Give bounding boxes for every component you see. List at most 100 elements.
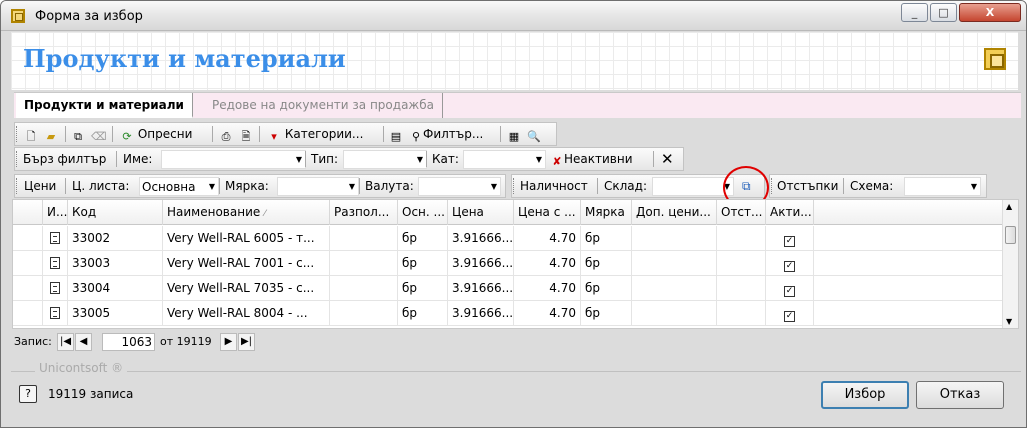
cell-name[interactable]: Very Well-RAL 8004 - ... — [163, 301, 330, 326]
cell-price-vat[interactable]: 4.70 — [514, 276, 581, 301]
column-header-active[interactable]: Акти... — [766, 200, 814, 225]
row-selector[interactable] — [13, 301, 43, 326]
last-record-button[interactable]: ▶| — [238, 333, 255, 351]
copy-icon[interactable]: ⧉ — [71, 126, 85, 143]
cell-available[interactable] — [330, 251, 398, 276]
column-header-icon[interactable]: И... — [43, 200, 68, 225]
cell-name[interactable]: Very Well-RAL 6005 - т... — [163, 226, 330, 251]
cell-price-vat[interactable]: 4.70 — [514, 226, 581, 251]
scheme-combo[interactable]: ▼ — [904, 177, 981, 196]
cell-discount[interactable] — [717, 301, 766, 326]
first-record-button[interactable]: |◀ — [57, 333, 74, 351]
scroll-up-icon[interactable]: ▲ — [1006, 202, 1012, 211]
cell-price-vat[interactable]: 4.70 — [514, 301, 581, 326]
cell-code[interactable]: 33004 — [68, 276, 163, 301]
help-icon[interactable]: ? — [19, 385, 37, 403]
column-header-name[interactable]: Наименование ⁄ — [163, 200, 330, 225]
cancel-button[interactable]: Отказ — [916, 381, 1004, 409]
table-row[interactable]: 33003 Very Well-RAL 7001 - с... бр 3.91666.… — [13, 251, 1003, 276]
row-selector[interactable] — [13, 226, 43, 251]
row-selector[interactable] — [13, 276, 43, 301]
column-header-base-unit[interactable]: Осн. ... — [398, 200, 448, 225]
cell-unit[interactable]: бр — [581, 251, 632, 276]
cell-unit[interactable]: бр — [581, 301, 632, 326]
cell-code[interactable]: 33002 — [68, 226, 163, 251]
table-row[interactable]: 33002 Very Well-RAL 6005 - т... бр 3.91666.… — [13, 226, 1003, 251]
new-icon[interactable]: 🗋 — [24, 126, 38, 143]
select-button[interactable]: Избор — [821, 381, 909, 409]
inactive-toggle[interactable]: ✘ Неактивни — [550, 151, 632, 168]
cell-discount[interactable] — [717, 226, 766, 251]
active-checkbox[interactable]: ✓ — [784, 286, 795, 297]
active-checkbox[interactable]: ✓ — [784, 311, 795, 322]
cell-base-unit[interactable]: бр — [398, 276, 448, 301]
cell-additional-prices[interactable] — [632, 251, 717, 276]
cell-unit[interactable]: бр — [581, 276, 632, 301]
products-grid[interactable]: И... Код Наименование ⁄ Разпол... Осн. .… — [12, 199, 1019, 329]
column-header-price-vat[interactable]: Цена с ... — [514, 200, 581, 225]
print-icon[interactable]: ⎙ — [219, 126, 233, 143]
next-record-button[interactable]: ▶ — [220, 333, 237, 351]
cell-additional-prices[interactable] — [632, 301, 717, 326]
tab-sales-document-lines[interactable]: Редове на документи за продажба — [204, 93, 443, 118]
warehouse-combo[interactable]: ▼ — [652, 177, 734, 196]
active-checkbox[interactable]: ✓ — [784, 236, 795, 247]
categories-button[interactable]: ▾ Категории... — [267, 126, 363, 143]
vertical-scrollbar[interactable]: ▲ ▼ — [1002, 200, 1018, 328]
refresh-button[interactable]: ⟳ Опресни — [120, 126, 192, 143]
maximize-button[interactable]: □ — [930, 3, 957, 22]
clear-filter-icon[interactable]: ✕ — [661, 151, 674, 168]
find-icon[interactable]: 🔍 — [527, 126, 541, 143]
column-header-additional-prices[interactable]: Доп. цени... — [632, 200, 717, 225]
active-checkbox[interactable]: ✓ — [784, 261, 795, 272]
pricelist-combo[interactable]: Основна ▼ — [139, 177, 219, 196]
table-row[interactable]: 33004 Very Well-RAL 7035 - с... бр 3.91666.… — [13, 276, 1003, 301]
eraser-icon[interactable]: ⌫ — [91, 126, 107, 143]
table-row[interactable]: 33005 Very Well-RAL 8004 - ... бр 3.91666..… — [13, 301, 1003, 326]
cell-base-unit[interactable]: бр — [398, 301, 448, 326]
open-folder-icon[interactable]: ▰ — [44, 126, 58, 143]
cell-available[interactable] — [330, 276, 398, 301]
minimize-button[interactable]: _ — [901, 3, 928, 22]
cell-name[interactable]: Very Well-RAL 7035 - с... — [163, 276, 330, 301]
cell-price-vat[interactable]: 4.70 — [514, 251, 581, 276]
cell-price[interactable]: 3.91666... — [448, 226, 514, 251]
column-header-discount[interactable]: Отст... — [717, 200, 766, 225]
column-header-unit[interactable]: Мярка — [581, 200, 632, 225]
toolbar-grip[interactable] — [16, 151, 19, 167]
cell-code[interactable]: 33005 — [68, 301, 163, 326]
scroll-down-icon[interactable]: ▼ — [1006, 317, 1012, 326]
export-icon[interactable]: ▦ — [507, 126, 521, 143]
name-combo[interactable]: ▼ — [161, 150, 306, 169]
column-header-price[interactable]: Цена — [448, 200, 514, 225]
print-preview-icon[interactable]: 🗎 — [239, 126, 253, 143]
cell-code[interactable]: 33003 — [68, 251, 163, 276]
columns-icon[interactable]: ▤ — [389, 126, 403, 143]
toolbar-grip[interactable] — [771, 178, 774, 194]
cell-base-unit[interactable]: бр — [398, 251, 448, 276]
cell-available[interactable] — [330, 226, 398, 251]
cell-discount[interactable] — [717, 276, 766, 301]
cell-available[interactable] — [330, 301, 398, 326]
cell-unit[interactable]: бр — [581, 226, 632, 251]
cell-base-unit[interactable]: бр — [398, 226, 448, 251]
record-number-input[interactable]: 1063 — [102, 333, 155, 351]
cell-discount[interactable] — [717, 251, 766, 276]
cell-name[interactable]: Very Well-RAL 7001 - с... — [163, 251, 330, 276]
scrollbar-thumb[interactable] — [1005, 226, 1016, 244]
measure-combo[interactable]: ▼ — [277, 177, 359, 196]
cell-additional-prices[interactable] — [632, 276, 717, 301]
close-button[interactable]: X — [959, 3, 1021, 22]
previous-record-button[interactable]: ◀ — [75, 333, 92, 351]
currency-combo[interactable]: ▼ — [418, 177, 501, 196]
toolbar-grip[interactable] — [513, 178, 516, 194]
cell-price[interactable]: 3.91666... — [448, 301, 514, 326]
toolbar-grip[interactable] — [16, 126, 19, 142]
cell-price[interactable]: 3.91666... — [448, 276, 514, 301]
row-selector[interactable] — [13, 251, 43, 276]
toolbar-grip[interactable] — [16, 178, 19, 194]
type-combo[interactable]: ▼ — [343, 150, 427, 169]
cell-additional-prices[interactable] — [632, 226, 717, 251]
filter-button[interactable]: ⚲ Филтър... — [409, 126, 483, 143]
category-combo[interactable]: ▼ — [463, 150, 546, 169]
